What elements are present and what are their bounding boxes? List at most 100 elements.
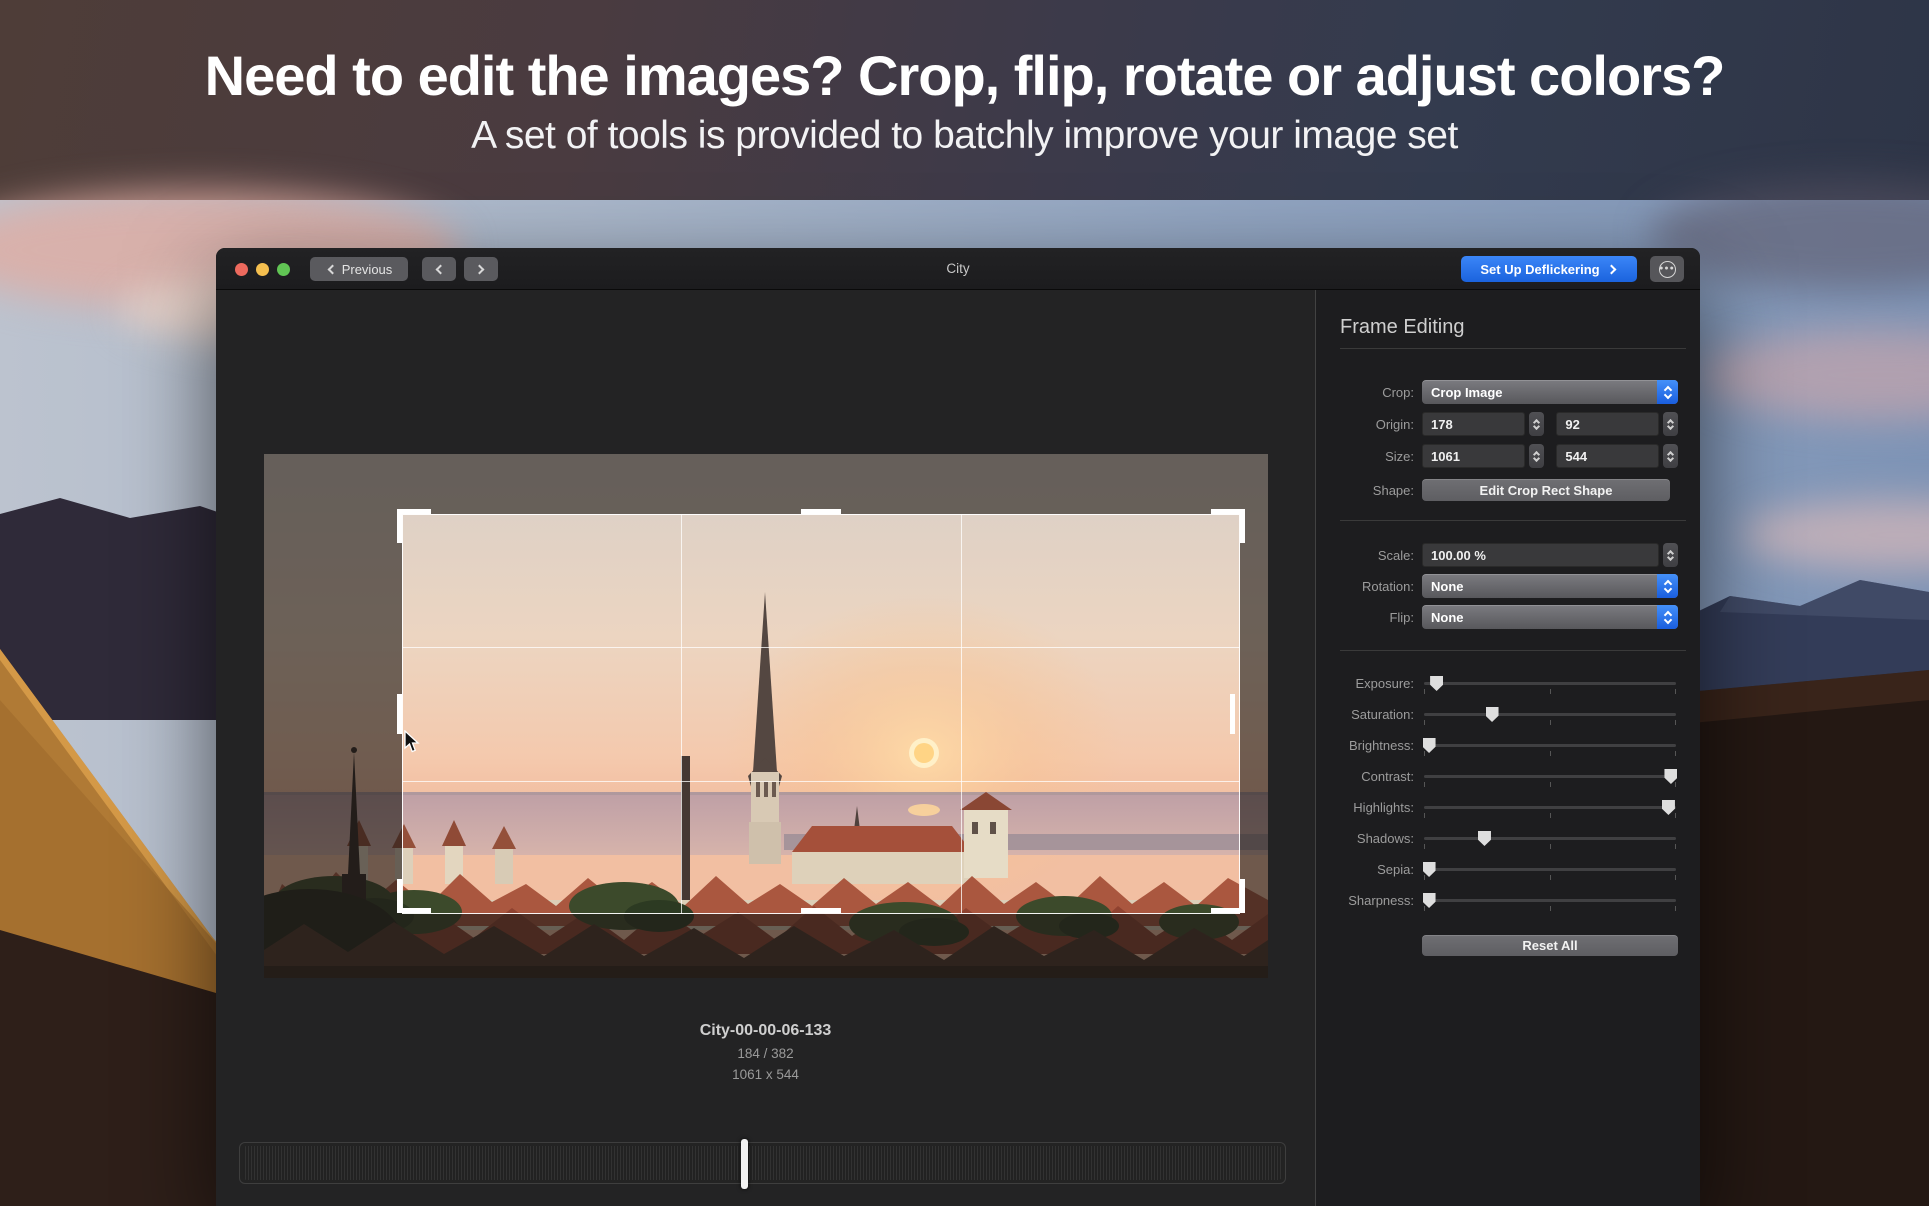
previous-button[interactable]: Previous — [310, 257, 408, 281]
slider-exposure: Exposure: — [1316, 668, 1700, 699]
viewer-area: City-00-00-06-133 184 / 382 1061 x 544 — [216, 290, 1315, 1206]
zoom-button[interactable] — [277, 263, 290, 276]
crop-dim-overlay — [1240, 514, 1268, 914]
divider — [1340, 520, 1686, 521]
slider-track[interactable] — [1424, 899, 1676, 902]
back-button[interactable] — [422, 257, 456, 281]
frame-dimensions: 1061 x 544 — [216, 1067, 1315, 1082]
popup-chevrons-icon — [1657, 380, 1678, 404]
edit-crop-rect-shape-button[interactable]: Edit Crop Rect Shape — [1422, 479, 1670, 501]
origin-y-field[interactable]: 92 — [1556, 412, 1659, 436]
chevron-right-icon — [1606, 264, 1616, 274]
chevron-left-icon — [436, 264, 446, 274]
crop-dim-overlay — [264, 514, 402, 914]
slider-label: Shadows: — [1316, 831, 1414, 846]
slider-label: Sharpness: — [1316, 893, 1414, 908]
slider-thumb[interactable] — [1662, 800, 1675, 815]
slider-brightness: Brightness: — [1316, 730, 1700, 761]
slider-track[interactable] — [1424, 806, 1676, 809]
minimize-button[interactable] — [256, 263, 269, 276]
frame-preview[interactable] — [264, 454, 1268, 978]
crop-handle-top-right[interactable] — [1211, 509, 1245, 543]
slider-saturation: Saturation: — [1316, 699, 1700, 730]
divider — [1340, 650, 1686, 651]
crop-rectangle[interactable] — [402, 514, 1240, 914]
slider-thumb[interactable] — [1430, 676, 1443, 691]
frame-name: City-00-00-06-133 — [216, 1022, 1315, 1040]
scale-stepper[interactable] — [1663, 543, 1678, 567]
rotation-value: None — [1422, 579, 1464, 594]
marketing-banner: Need to edit the images? Crop, flip, rot… — [0, 0, 1929, 200]
crop-mode-popup[interactable]: Crop Image — [1422, 380, 1678, 404]
size-width-stepper[interactable] — [1529, 444, 1544, 468]
origin-x-field[interactable]: 178 — [1422, 412, 1525, 436]
crop-handle-right[interactable] — [1230, 694, 1235, 734]
slider-track[interactable] — [1424, 837, 1676, 840]
banner-subtitle: A set of tools is provided to batchly im… — [471, 114, 1458, 158]
slider-track[interactable] — [1424, 744, 1676, 747]
close-button[interactable] — [235, 263, 248, 276]
crop-grid-line — [402, 647, 1240, 648]
crop-dim-overlay — [264, 914, 1268, 978]
more-options-button[interactable]: ●●● — [1650, 256, 1684, 282]
crop-handle-bottom-right[interactable] — [1211, 879, 1245, 913]
crop-handle-left[interactable] — [397, 694, 402, 734]
banner-title: Need to edit the images? Crop, flip, rot… — [205, 43, 1725, 108]
slider-label: Contrast: — [1316, 769, 1414, 784]
crop-grid-line — [681, 514, 682, 914]
slider-track[interactable] — [1424, 868, 1676, 871]
slider-sepia: Sepia: — [1316, 854, 1700, 885]
slider-label: Exposure: — [1316, 676, 1414, 691]
crop-mode-value: Crop Image — [1422, 385, 1503, 400]
set-up-deflickering-button[interactable]: Set Up Deflickering — [1461, 256, 1637, 282]
panel-title: Frame Editing — [1340, 316, 1465, 339]
frame-editing-panel: Frame Editing Crop: Crop Image Origin: 1… — [1315, 290, 1700, 1206]
chevron-right-icon — [475, 264, 485, 274]
frame-caption: City-00-00-06-133 184 / 382 1061 x 544 — [216, 1022, 1315, 1082]
crop-grid-line — [961, 514, 962, 914]
size-label: Size: — [1316, 449, 1414, 464]
slider-shadows: Shadows: — [1316, 823, 1700, 854]
origin-label: Origin: — [1316, 417, 1414, 432]
slider-track[interactable] — [1424, 682, 1676, 685]
slider-contrast: Contrast: — [1316, 761, 1700, 792]
slider-thumb[interactable] — [1486, 707, 1499, 722]
size-width-field[interactable]: 1061 — [1422, 444, 1525, 468]
crop-handle-top[interactable] — [801, 509, 841, 514]
rotation-popup[interactable]: None — [1422, 574, 1678, 598]
forward-button[interactable] — [464, 257, 498, 281]
ellipsis-circle-icon: ●●● — [1659, 261, 1676, 278]
crop-handle-top-left[interactable] — [397, 509, 431, 543]
slider-label: Saturation: — [1316, 707, 1414, 722]
origin-x-stepper[interactable] — [1529, 412, 1544, 436]
app-window: Previous City Set Up Deflickering ●●● — [216, 248, 1700, 1206]
timeline-playhead[interactable] — [741, 1139, 748, 1189]
shape-label: Shape: — [1316, 483, 1414, 498]
timeline-frames — [243, 1146, 1282, 1180]
scale-field[interactable]: 100.00 % — [1422, 543, 1659, 567]
rotation-label: Rotation: — [1316, 579, 1414, 594]
flip-value: None — [1422, 610, 1464, 625]
slider-sharpness: Sharpness: — [1316, 885, 1700, 916]
window-titlebar: Previous City Set Up Deflickering ●●● — [216, 248, 1700, 290]
flip-popup[interactable]: None — [1422, 605, 1678, 629]
crop-label: Crop: — [1316, 385, 1414, 400]
slider-label: Highlights: — [1316, 800, 1414, 815]
adjustment-sliders: Exposure: Saturation: Brightness: Contra… — [1316, 668, 1700, 916]
size-height-stepper[interactable] — [1663, 444, 1678, 468]
slider-track[interactable] — [1424, 775, 1676, 778]
origin-y-stepper[interactable] — [1663, 412, 1678, 436]
crop-handle-bottom-left[interactable] — [397, 879, 431, 913]
reset-all-button[interactable]: Reset All — [1422, 935, 1678, 956]
crop-handle-bottom[interactable] — [801, 908, 841, 913]
slider-thumb[interactable] — [1478, 831, 1491, 846]
slider-label: Brightness: — [1316, 738, 1414, 753]
frame-counter: 184 / 382 — [216, 1046, 1315, 1061]
previous-button-label: Previous — [342, 262, 393, 277]
timeline-scrubber[interactable] — [239, 1142, 1286, 1184]
size-height-field[interactable]: 544 — [1556, 444, 1659, 468]
slider-highlights: Highlights: — [1316, 792, 1700, 823]
slider-track[interactable] — [1424, 713, 1676, 716]
mouse-cursor — [404, 730, 420, 754]
crop-grid-line — [402, 781, 1240, 782]
